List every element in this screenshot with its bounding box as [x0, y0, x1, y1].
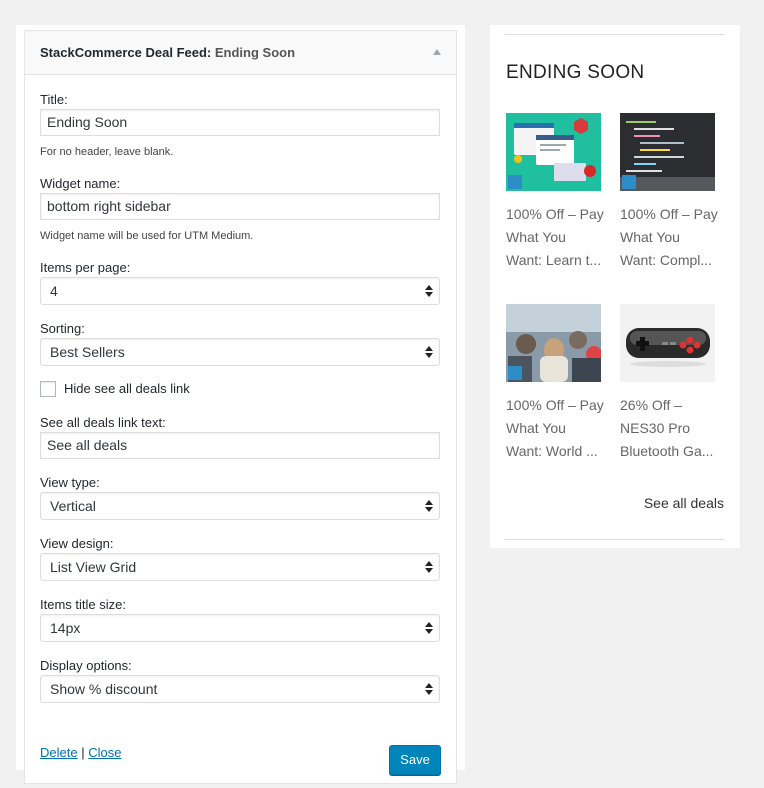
select-arrows-icon	[425, 500, 433, 512]
select-arrows-icon	[425, 622, 433, 634]
see-all-deals-link[interactable]: See all deals	[644, 495, 724, 511]
title-size-value: 14px	[50, 620, 81, 636]
view-design-label: View design:	[40, 536, 114, 551]
title-size-select[interactable]: 14px	[40, 614, 440, 642]
widget-title: StackCommerce Deal Feed: Ending Soon	[40, 45, 295, 60]
collapse-arrow-icon[interactable]	[433, 49, 441, 55]
see-all-text-label: See all deals link text:	[40, 415, 166, 430]
close-link[interactable]: Close	[88, 745, 121, 760]
items-per-page-label: Items per page:	[40, 260, 131, 275]
deal-thumbnail[interactable]	[506, 113, 601, 191]
view-design-select[interactable]: List View Grid	[40, 553, 440, 581]
view-type-select[interactable]: Vertical	[40, 492, 440, 520]
widget-name-description: Widget name will be used for UTM Medium.	[40, 230, 254, 242]
widget-panel: StackCommerce Deal Feed: Ending Soon Tit…	[16, 25, 465, 784]
deal-title[interactable]: 100% Off – Pay What You Want: Learn t...	[506, 203, 616, 272]
select-arrows-icon	[425, 346, 433, 358]
widget-control-actions: Delete | Close	[40, 745, 121, 760]
preview-heading: ENDING SOON	[506, 62, 645, 83]
title-description: For no header, leave blank.	[40, 146, 174, 158]
select-arrows-icon	[425, 561, 433, 573]
title-size-label: Items title size:	[40, 597, 126, 612]
sorting-value: Best Sellers	[50, 344, 125, 360]
hide-see-all-label[interactable]: Hide see all deals link	[64, 381, 190, 396]
widget-title-prefix: StackCommerce Deal Feed:	[40, 45, 212, 60]
select-arrows-icon	[425, 683, 433, 695]
title-label: Title:	[40, 92, 68, 107]
widget-preview: ENDING SOON 100% Off – Pay What You Want…	[490, 25, 740, 548]
display-options-value: Show % discount	[50, 681, 158, 697]
title-input[interactable]: Ending Soon	[40, 109, 440, 136]
widget-title-suffix: Ending Soon	[214, 45, 296, 60]
items-per-page-value: 4	[50, 283, 58, 299]
sorting-label: Sorting:	[40, 321, 85, 336]
view-type-value: Vertical	[50, 498, 96, 514]
deal-thumbnail[interactable]	[506, 304, 601, 382]
delete-link[interactable]: Delete	[40, 745, 78, 760]
sorting-select[interactable]: Best Sellers	[40, 338, 440, 366]
items-per-page-select[interactable]: 4	[40, 277, 440, 305]
deal-title[interactable]: 100% Off – Pay What You Want: Compl...	[620, 203, 730, 272]
deal-thumbnail[interactable]	[620, 304, 715, 382]
widget-name-input[interactable]: bottom right sidebar	[40, 193, 440, 220]
see-all-text-input[interactable]: See all deals	[40, 432, 440, 459]
deal-thumbnail[interactable]	[620, 113, 715, 191]
widget-box: StackCommerce Deal Feed: Ending Soon Tit…	[24, 30, 457, 784]
view-design-value: List View Grid	[50, 559, 137, 575]
preview-divider-bottom	[505, 539, 725, 540]
save-button[interactable]: Save	[389, 745, 441, 775]
view-type-label: View type:	[40, 475, 100, 490]
select-arrows-icon	[425, 285, 433, 297]
hide-see-all-checkbox[interactable]	[40, 381, 56, 397]
deal-title[interactable]: 26% Off – NES30 Pro Bluetooth Ga...	[620, 394, 730, 463]
display-options-label: Display options:	[40, 658, 132, 673]
widget-header[interactable]: StackCommerce Deal Feed: Ending Soon	[25, 31, 456, 75]
action-separator: |	[81, 745, 85, 760]
widget-name-label: Widget name:	[40, 176, 121, 191]
deal-title[interactable]: 100% Off – Pay What You Want: World ...	[506, 394, 616, 463]
preview-divider-top	[505, 34, 725, 35]
display-options-select[interactable]: Show % discount	[40, 675, 440, 703]
